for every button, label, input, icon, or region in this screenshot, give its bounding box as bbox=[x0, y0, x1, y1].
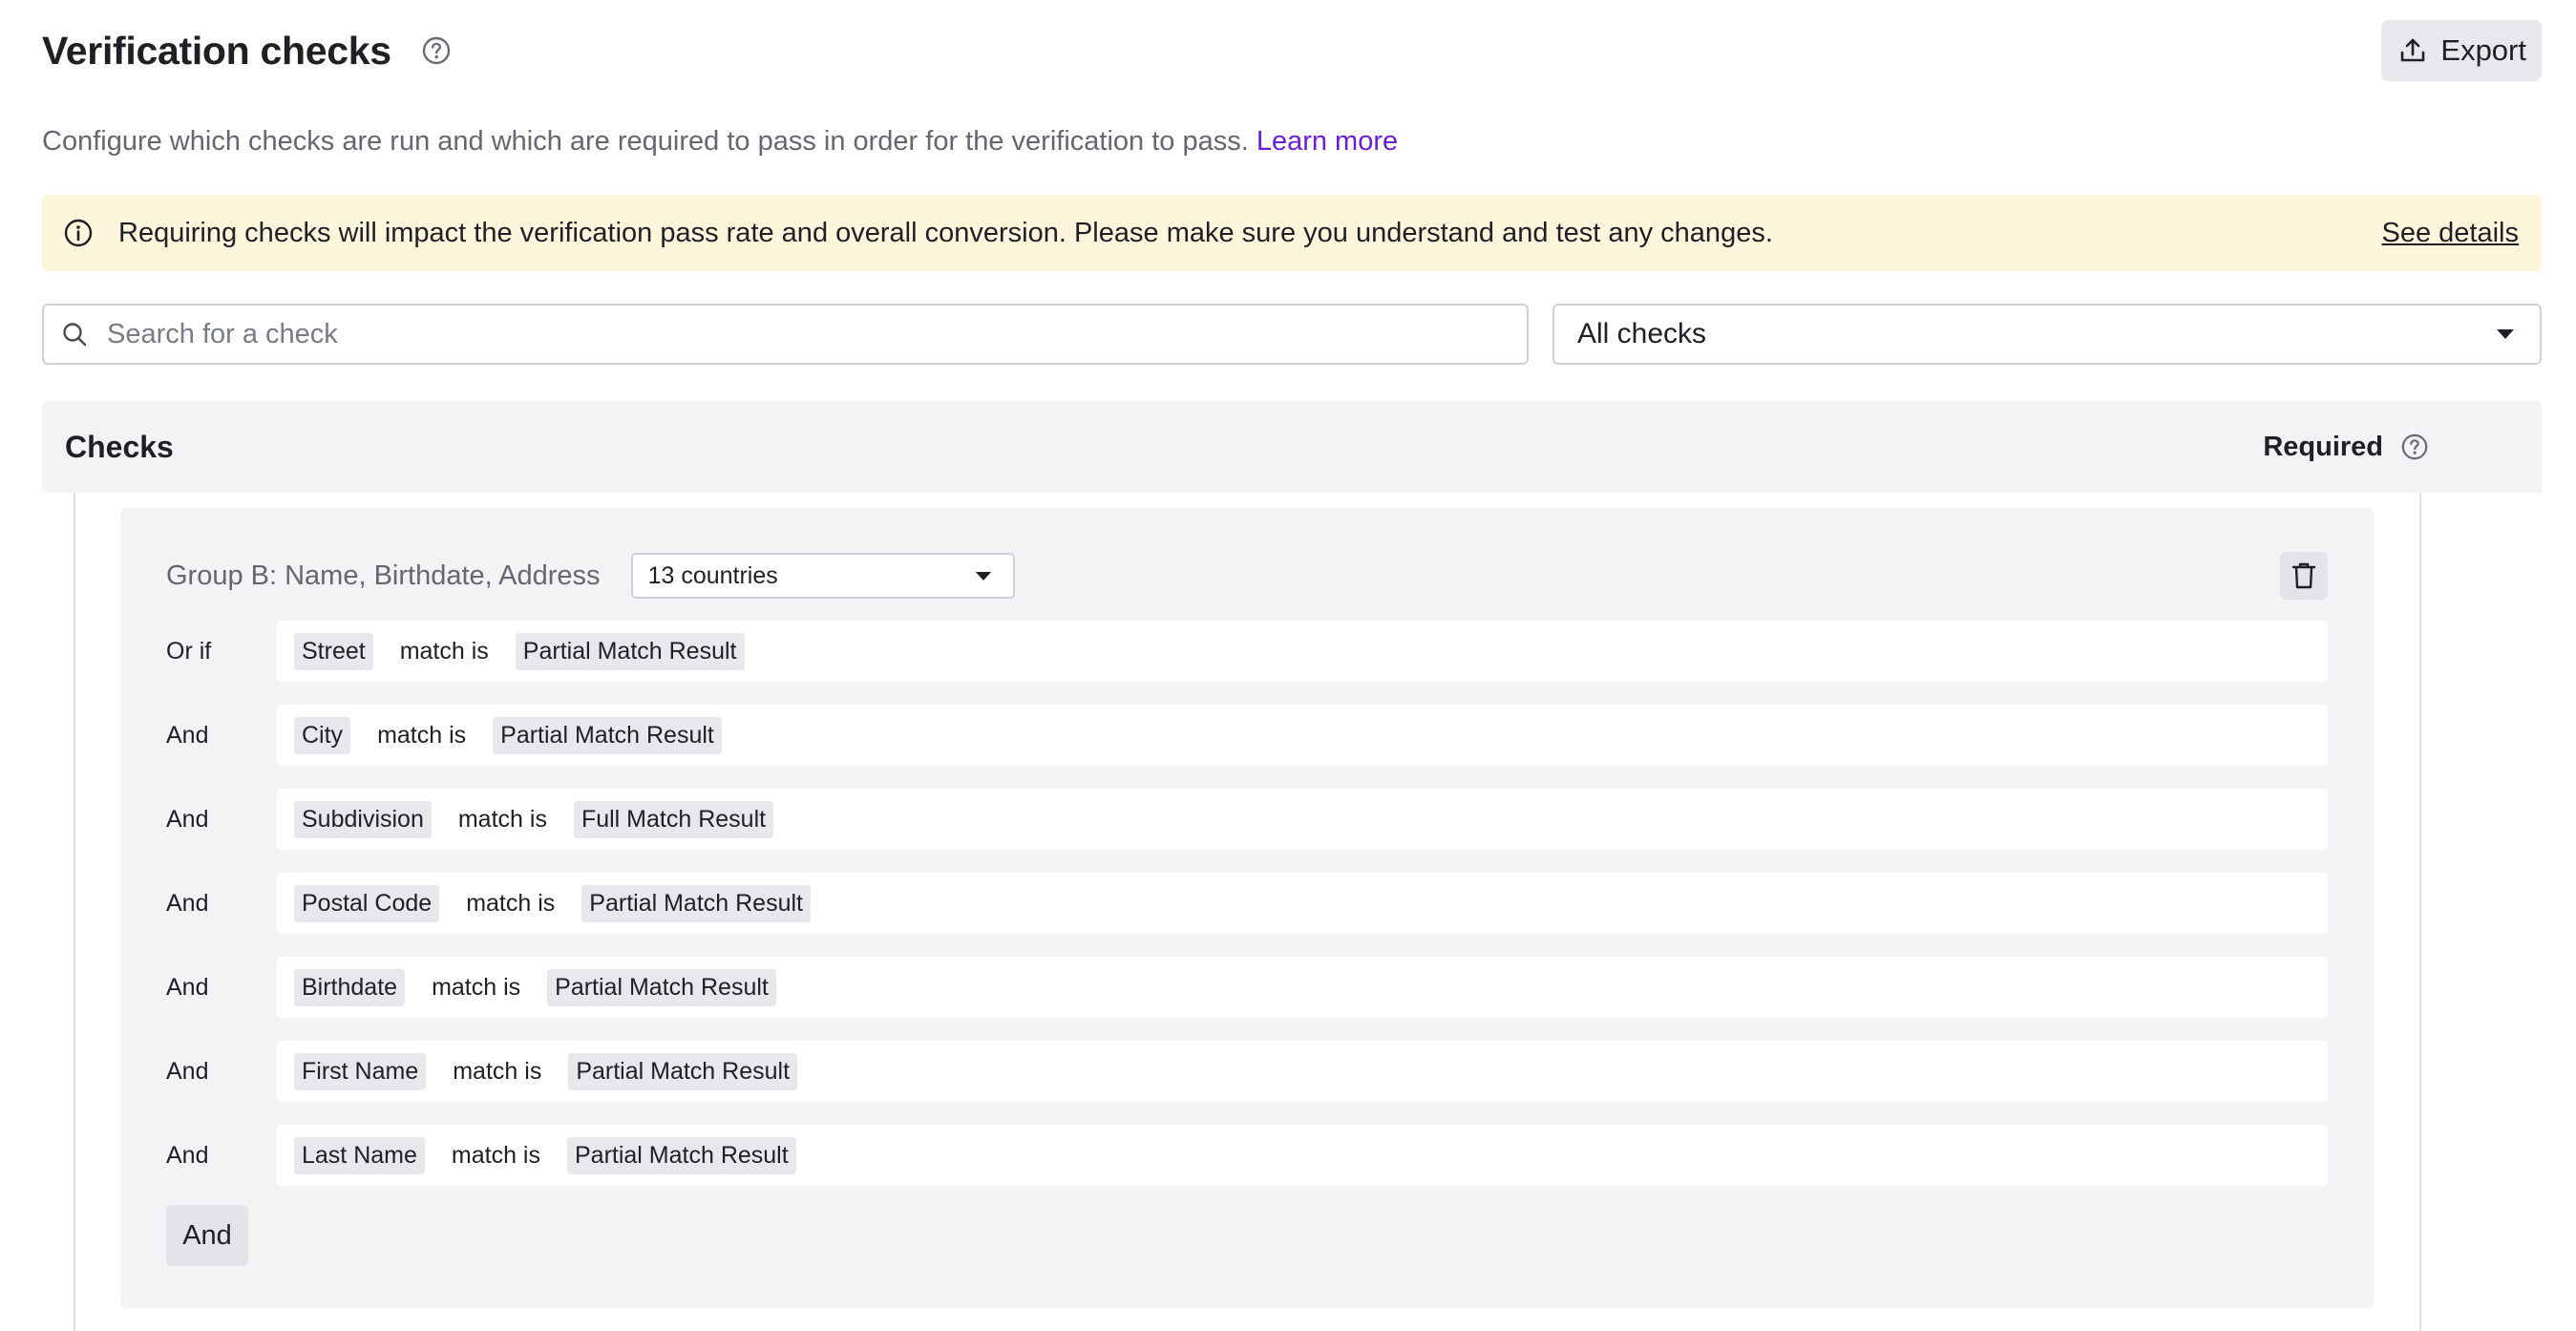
checks-column-title: Checks bbox=[65, 429, 174, 464]
upload-icon bbox=[2401, 38, 2425, 62]
condition-row: And City match is Partial Match Result bbox=[166, 705, 2328, 766]
condition-result-chip[interactable]: Partial Match Result bbox=[547, 968, 776, 1006]
condition-row: And Birthdate match is Partial Match Res… bbox=[166, 957, 2328, 1018]
condition-result-chip[interactable]: Partial Match Result bbox=[566, 1136, 796, 1174]
banner-text: Requiring checks will impact the verific… bbox=[118, 217, 1773, 248]
warning-banner: Requiring checks will impact the verific… bbox=[42, 195, 2542, 271]
check-filter-select[interactable]: All checks bbox=[1552, 304, 2542, 365]
condition-row: And Postal Code match is Partial Match R… bbox=[166, 873, 2328, 934]
frame-border-left bbox=[74, 493, 75, 1331]
group-label: Group B: Name, Birthdate, Address bbox=[166, 560, 601, 591]
group-header: Group B: Name, Birthdate, Address 13 cou… bbox=[166, 552, 2328, 600]
search-icon bbox=[63, 323, 87, 347]
info-icon bbox=[64, 219, 93, 247]
condition-comparator: match is bbox=[453, 1057, 542, 1085]
condition-expression[interactable]: Street match is Partial Match Result bbox=[277, 621, 2328, 682]
page-description: Configure which checks are run and which… bbox=[42, 126, 1398, 158]
condition-row: And First Name match is Partial Match Re… bbox=[166, 1041, 2328, 1102]
condition-row: And Subdivision match is Full Match Resu… bbox=[166, 789, 2328, 850]
condition-operator: And bbox=[166, 889, 209, 917]
required-column-header: Required bbox=[2263, 432, 2429, 463]
check-group-card: Group B: Name, Birthdate, Address 13 cou… bbox=[120, 508, 2374, 1308]
condition-field-chip[interactable]: Street bbox=[294, 632, 373, 670]
condition-expression[interactable]: First Name match is Partial Match Result bbox=[277, 1041, 2328, 1102]
help-circle-icon[interactable] bbox=[2400, 433, 2429, 461]
condition-result-chip[interactable]: Full Match Result bbox=[573, 800, 774, 838]
condition-operator: And bbox=[166, 805, 209, 833]
condition-expression[interactable]: Last Name match is Partial Match Result bbox=[277, 1125, 2328, 1186]
page-header: Verification checks Export bbox=[42, 20, 2542, 81]
condition-operator: And bbox=[166, 1141, 209, 1169]
add-and-condition-button[interactable]: And bbox=[166, 1205, 248, 1266]
country-select[interactable]: 13 countries bbox=[630, 553, 1015, 599]
country-select-value: 13 countries bbox=[647, 561, 778, 589]
checks-table-header: Checks Required bbox=[42, 401, 2542, 493]
condition-expression[interactable]: Birthdate match is Partial Match Result bbox=[277, 957, 2328, 1018]
condition-comparator: match is bbox=[457, 805, 547, 833]
condition-operator: And bbox=[166, 973, 209, 1001]
title-wrap: Verification checks bbox=[42, 29, 453, 74]
condition-expression[interactable]: Subdivision match is Full Match Result bbox=[277, 789, 2328, 850]
condition-result-chip[interactable]: Partial Match Result bbox=[515, 632, 745, 670]
trash-icon bbox=[2291, 562, 2316, 589]
description-text: Configure which checks are run and which… bbox=[42, 126, 1249, 157]
condition-field-chip[interactable]: Postal Code bbox=[294, 884, 440, 922]
page-title: Verification checks bbox=[42, 28, 391, 73]
search-field[interactable] bbox=[42, 304, 1529, 365]
condition-comparator: match is bbox=[399, 637, 489, 665]
condition-expression[interactable]: City match is Partial Match Result bbox=[277, 705, 2328, 766]
condition-result-chip[interactable]: Partial Match Result bbox=[568, 1052, 798, 1090]
verification-checks-page: Verification checks Export Configure whi… bbox=[0, 0, 2576, 1331]
condition-comparator: match is bbox=[451, 1141, 540, 1169]
learn-more-link[interactable]: Learn more bbox=[1256, 126, 1398, 157]
export-label: Export bbox=[2440, 33, 2526, 67]
caret-down-icon bbox=[2497, 329, 2514, 339]
caret-down-icon bbox=[975, 571, 991, 581]
condition-field-chip[interactable]: City bbox=[294, 716, 351, 754]
frame-border-right bbox=[2419, 493, 2421, 1331]
export-button[interactable]: Export bbox=[2381, 20, 2542, 81]
condition-field-chip[interactable]: Birthdate bbox=[294, 968, 406, 1006]
help-circle-icon[interactable] bbox=[420, 34, 453, 67]
search-input[interactable] bbox=[105, 317, 1510, 351]
condition-comparator: match is bbox=[432, 973, 521, 1001]
condition-operator: And bbox=[166, 1057, 209, 1085]
condition-operator: Or if bbox=[166, 637, 212, 665]
delete-group-button[interactable] bbox=[2280, 552, 2328, 600]
see-details-link[interactable]: See details bbox=[2382, 218, 2520, 249]
condition-row: Or if Street match is Partial Match Resu… bbox=[166, 621, 2328, 682]
condition-field-chip[interactable]: Subdivision bbox=[294, 800, 432, 838]
condition-comparator: match is bbox=[377, 721, 467, 749]
condition-result-chip[interactable]: Partial Match Result bbox=[493, 716, 722, 754]
condition-expression[interactable]: Postal Code match is Partial Match Resul… bbox=[277, 873, 2328, 934]
condition-field-chip[interactable]: Last Name bbox=[294, 1136, 425, 1174]
condition-field-chip[interactable]: First Name bbox=[294, 1052, 427, 1090]
condition-comparator: match is bbox=[466, 889, 556, 917]
filter-selected-value: All checks bbox=[1577, 318, 1707, 349]
condition-result-chip[interactable]: Partial Match Result bbox=[581, 884, 811, 922]
condition-row: And Last Name match is Partial Match Res… bbox=[166, 1125, 2328, 1186]
condition-operator: And bbox=[166, 721, 209, 749]
banner-content: Requiring checks will impact the verific… bbox=[63, 218, 1773, 249]
required-label: Required bbox=[2263, 431, 2383, 462]
